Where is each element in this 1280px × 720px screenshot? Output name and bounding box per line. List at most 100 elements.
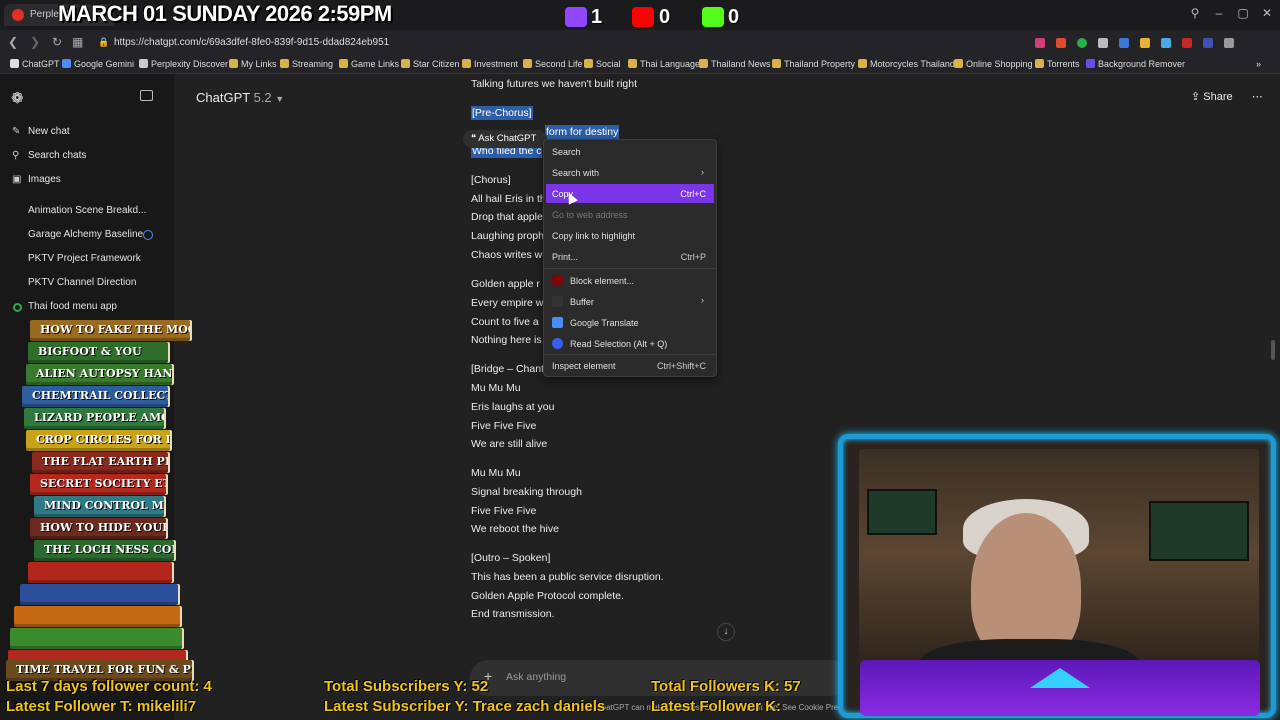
bookmark-folder[interactable]: Game Links [339, 59, 399, 69]
background-monitor [867, 489, 937, 535]
bookmark-folder[interactable]: Torrents [1035, 59, 1080, 69]
menu-divider [544, 354, 716, 355]
message-line: Mu Mu Mu [471, 467, 521, 479]
extension-icon[interactable] [1224, 38, 1234, 48]
share-button[interactable]: ⇪ Share ⋯ [1191, 90, 1264, 103]
menu-item-print[interactable]: Print... Ctrl+P [546, 247, 714, 266]
bookmark-perplexity-discover[interactable]: Perplexity Discover [139, 59, 228, 69]
bookmark-folder[interactable]: My Links [229, 59, 277, 69]
extension-icon[interactable] [1035, 38, 1045, 48]
project-icon [13, 303, 22, 312]
message-line: Chaos writes w [471, 249, 543, 261]
folder-icon [628, 59, 637, 68]
model-selector[interactable]: ChatGPT 5.2 ▼ [196, 90, 284, 105]
extension-icon[interactable] [1140, 38, 1150, 48]
reload-button[interactable]: ↻ [52, 35, 62, 49]
quote-icon: ❝ [471, 133, 477, 144]
perplexity-icon [139, 59, 148, 68]
more-options-icon[interactable]: ⋯ [1252, 91, 1264, 103]
more-bookmarks-icon[interactable]: » [1256, 59, 1261, 69]
chatgpt-icon [10, 59, 19, 68]
bookmark-chatgpt[interactable]: ChatGPT [10, 59, 60, 69]
bookmark-folder[interactable]: Thai Language [628, 59, 700, 69]
bookmark-folder[interactable]: Thailand Property [772, 59, 855, 69]
chevron-right-icon: › [701, 167, 704, 177]
message-line: Every empire w [471, 297, 544, 309]
scroll-down-button[interactable]: ↓ [717, 623, 735, 641]
menu-item-search-with[interactable]: Search with › [546, 163, 714, 182]
background-monitor [1149, 501, 1249, 561]
search-icon: ⚲ [12, 150, 20, 161]
search-chats-button[interactable]: ⚲ Search chats [12, 150, 86, 161]
chat-history-item[interactable]: Thai food menu app [28, 301, 117, 312]
selected-text: form for destiny [545, 125, 620, 139]
triangle-emblem-icon [1030, 668, 1090, 688]
message-line: Signal breaking through [471, 486, 582, 498]
extension-icon[interactable] [1161, 38, 1171, 48]
extension-icon[interactable] [1077, 38, 1087, 48]
folder-icon [699, 59, 708, 68]
chat-history-item[interactable]: PKTV Project Framework [28, 253, 141, 264]
tabs-grid-icon[interactable]: ▦ [72, 35, 83, 49]
menu-item-google-translate[interactable]: Google Translate [546, 312, 714, 331]
bookmarks-bar: ChatGPT Google Gemini Perplexity Discove… [0, 56, 1280, 74]
bookmark-folder[interactable]: Investment [462, 59, 518, 69]
close-button[interactable]: ✕ [1259, 6, 1275, 20]
forward-button[interactable]: ❯ [30, 35, 40, 49]
extension-icon[interactable] [1119, 38, 1129, 48]
loading-spinner-icon [143, 230, 153, 240]
openai-logo-icon[interactable]: ❁ [11, 89, 24, 107]
bookmark-folder[interactable]: Social [584, 59, 621, 69]
message-line: Golden apple r [471, 278, 540, 290]
translate-icon [552, 317, 563, 328]
chat-history-item[interactable]: Animation Scene Breakd... [28, 205, 146, 216]
follower-count-7d: Last 7 days follower count: 4 [6, 678, 212, 695]
scrollbar-thumb[interactable] [1271, 340, 1275, 360]
chat-history-item[interactable]: Garage Alchemy Baseline [28, 229, 143, 240]
menu-item-inspect-element[interactable]: Inspect element Ctrl+Shift+C [546, 356, 714, 375]
bookmark-folder[interactable]: Star Citizen [401, 59, 460, 69]
chat-history-item[interactable]: PKTV Channel Direction [28, 277, 136, 288]
menu-item-buffer[interactable]: Buffer › [546, 291, 714, 310]
url-field[interactable]: 🔒 https://chatgpt.com/c/69a3dfef-8fe0-83… [96, 34, 876, 52]
book-spine: THE LOCH NESS CONSPIRACY [34, 540, 174, 561]
book-spine: BIGFOOT & YOU [28, 342, 168, 363]
bookmark-folder[interactable]: Thailand News [699, 59, 771, 69]
message-line: [Pre-Chorus] [471, 106, 533, 120]
menu-item-copy-link-to-highlight[interactable]: Copy link to highlight [546, 226, 714, 245]
message-line: [Outro – Spoken] [471, 552, 551, 564]
book-spine: CHEMTRAIL COLLECTION GUIDE [22, 386, 168, 407]
book-stack-overlay: HOW TO FAKE THE MOON LANDING BIGFOOT & Y… [0, 318, 200, 720]
book-spine: SECRET SOCIETY ETIQUETTE [30, 474, 166, 495]
folder-icon [523, 59, 532, 68]
twitch-icon [565, 7, 587, 27]
ask-chatgpt-button[interactable]: ❝ Ask ChatGPT [463, 130, 547, 148]
bookmark-folder[interactable]: Streaming [280, 59, 333, 69]
bookmark-google-gemini[interactable]: Google Gemini [62, 59, 134, 69]
extension-icon[interactable] [1098, 38, 1108, 48]
new-chat-button[interactable]: ✎ New chat [12, 126, 70, 137]
bookmark-folder[interactable]: Online Shopping [954, 59, 1033, 69]
sidebar-toggle-icon[interactable] [140, 90, 153, 101]
share-icon: ⇪ [1191, 91, 1201, 103]
menu-item-block-element[interactable]: Block element... [546, 270, 714, 289]
message-line: Mu Mu Mu [471, 382, 521, 394]
minimize-button[interactable]: – [1211, 6, 1227, 20]
menu-item-search[interactable]: Search [546, 142, 714, 161]
extension-icon[interactable] [1203, 38, 1213, 48]
book-spine [28, 562, 172, 583]
extension-icon[interactable] [1056, 38, 1066, 48]
opera-icon [12, 9, 24, 21]
images-button[interactable]: ▣ Images [12, 174, 61, 185]
menu-item-read-selection[interactable]: Read Selection (Alt + Q) [546, 333, 714, 352]
search-tabs-icon[interactable]: ⚲ [1187, 6, 1203, 20]
extension-icon[interactable] [1182, 38, 1192, 48]
overlay-datetime: MARCH 01 SUNDAY 2026 2:59PM [58, 1, 392, 26]
bookmark-background-remover[interactable]: Background Remover [1086, 59, 1185, 69]
bookmark-folder[interactable]: Motorcycles Thailand [858, 59, 955, 69]
bookmark-folder[interactable]: Second Life [523, 59, 583, 69]
back-button[interactable]: ❮ [8, 35, 18, 49]
buffer-icon [552, 296, 563, 307]
folder-icon [954, 59, 963, 68]
maximize-button[interactable]: ▢ [1235, 6, 1251, 20]
